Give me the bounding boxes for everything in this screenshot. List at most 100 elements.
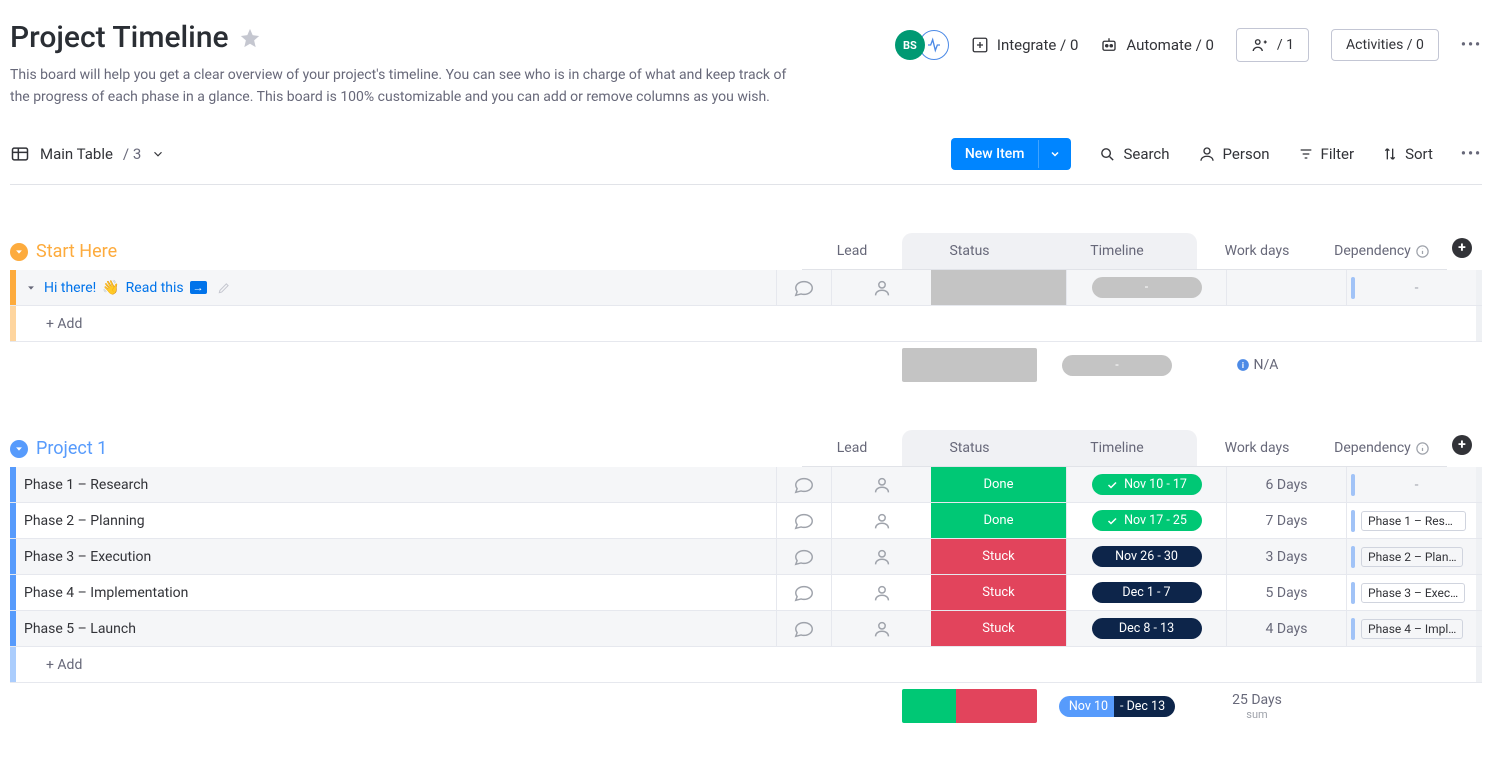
workdays-cell[interactable] bbox=[1226, 270, 1346, 305]
expand-caret-icon[interactable] bbox=[24, 283, 38, 293]
row-end-bar bbox=[1476, 306, 1482, 341]
column-header-workdays[interactable]: Work days bbox=[1197, 233, 1317, 270]
members-button[interactable]: / 1 bbox=[1236, 28, 1309, 62]
timeline-cell[interactable]: Dec 8 - 13 bbox=[1066, 611, 1226, 646]
group-color-bar bbox=[10, 647, 16, 682]
filter-label: Filter bbox=[1321, 145, 1355, 163]
timeline-summary: Nov 10 - Dec 13 bbox=[1049, 692, 1185, 721]
dependency-cell[interactable]: Phase 2 – Plan… bbox=[1346, 539, 1476, 574]
timeline-cell[interactable]: Nov 10 - 17 bbox=[1066, 467, 1226, 502]
row-end-bar bbox=[1476, 539, 1482, 574]
filter-button[interactable]: Filter bbox=[1298, 145, 1355, 163]
column-header-workdays[interactable]: Work days bbox=[1197, 430, 1317, 467]
status-cell[interactable]: Stuck bbox=[931, 575, 1066, 610]
item-name[interactable]: Hi there! 👋 Read this → bbox=[16, 280, 776, 296]
conversation-button[interactable] bbox=[776, 575, 831, 610]
lead-cell[interactable] bbox=[831, 539, 931, 574]
person-filter-button[interactable]: Person bbox=[1198, 145, 1270, 163]
column-header-lead[interactable]: Lead bbox=[802, 430, 902, 467]
member-avatars[interactable]: BS bbox=[895, 30, 949, 60]
dependency-value[interactable]: Phase 1 – Rese… bbox=[1361, 511, 1466, 531]
item-name[interactable]: Phase 1 – Research bbox=[16, 477, 776, 493]
sort-button[interactable]: Sort bbox=[1382, 145, 1433, 163]
group-title[interactable]: Start Here bbox=[36, 241, 117, 262]
dependency-value[interactable]: - bbox=[1361, 477, 1472, 493]
item-name[interactable]: Phase 5 – Launch bbox=[16, 621, 776, 637]
status-cell[interactable]: Stuck bbox=[931, 611, 1066, 646]
conversation-button[interactable] bbox=[776, 611, 831, 646]
chevron-down-icon bbox=[151, 147, 165, 161]
item-name[interactable]: Phase 3 – Execution bbox=[16, 549, 776, 565]
search-button[interactable]: Search bbox=[1099, 145, 1169, 163]
group-title[interactable]: Project 1 bbox=[36, 438, 107, 459]
column-header-lead[interactable]: Lead bbox=[802, 233, 902, 270]
lead-cell[interactable] bbox=[831, 503, 931, 538]
column-header-timeline[interactable]: Timeline bbox=[1037, 233, 1197, 270]
status-cell[interactable] bbox=[931, 270, 1066, 305]
status-summary bbox=[902, 348, 1037, 382]
dependency-bar-icon bbox=[1351, 546, 1355, 568]
conversation-button[interactable] bbox=[776, 503, 831, 538]
members-label: / 1 bbox=[1277, 37, 1294, 53]
column-header-dependency[interactable]: Dependency bbox=[1317, 233, 1447, 270]
workdays-cell[interactable]: 5 Days bbox=[1226, 575, 1346, 610]
activities-button[interactable]: Activities / 0 bbox=[1331, 29, 1439, 61]
automate-button[interactable]: Automate / 0 bbox=[1100, 36, 1214, 54]
new-item-dropdown[interactable] bbox=[1038, 140, 1071, 168]
lead-cell[interactable] bbox=[831, 611, 931, 646]
conversation-button[interactable] bbox=[776, 270, 831, 305]
status-cell[interactable]: Done bbox=[931, 467, 1066, 502]
toolbar-more-icon[interactable]: ••• bbox=[1461, 146, 1482, 162]
view-switcher[interactable]: Main Table / 3 bbox=[10, 144, 165, 164]
group-collapse-icon[interactable] bbox=[10, 440, 28, 458]
lead-cell[interactable] bbox=[831, 575, 931, 610]
item-name[interactable]: Phase 2 – Planning bbox=[16, 513, 776, 529]
dependency-cell[interactable]: Phase 4 – Impl… bbox=[1346, 611, 1476, 646]
integrate-button[interactable]: Integrate / 0 bbox=[971, 36, 1079, 54]
dependency-cell[interactable]: - bbox=[1346, 270, 1476, 305]
status-summary bbox=[902, 689, 1037, 723]
new-item-button[interactable]: New Item bbox=[951, 138, 1072, 170]
item-name[interactable]: Phase 4 – Implementation bbox=[16, 585, 776, 601]
timeline-cell[interactable]: - bbox=[1066, 270, 1226, 305]
row-end-bar bbox=[1476, 575, 1482, 610]
more-menu-icon[interactable]: ••• bbox=[1461, 37, 1482, 53]
row-end-bar bbox=[1476, 611, 1482, 646]
dependency-cell[interactable]: - bbox=[1346, 467, 1476, 502]
new-item-label: New Item bbox=[951, 138, 1039, 170]
add-column-button[interactable]: + bbox=[1452, 238, 1472, 258]
add-column-button[interactable]: + bbox=[1452, 435, 1472, 455]
column-header-timeline[interactable]: Timeline bbox=[1037, 430, 1197, 467]
timeline-cell[interactable]: Nov 17 - 25 bbox=[1066, 503, 1226, 538]
column-header-status[interactable]: Status bbox=[902, 233, 1037, 270]
timeline-cell[interactable]: Dec 1 - 7 bbox=[1066, 575, 1226, 610]
edit-icon[interactable] bbox=[217, 281, 231, 295]
dependency-value[interactable]: Phase 4 – Impl… bbox=[1361, 619, 1463, 639]
add-item-button[interactable]: + Add bbox=[16, 657, 776, 673]
dependency-cell[interactable]: Phase 1 – Rese… bbox=[1346, 503, 1476, 538]
status-cell[interactable]: Done bbox=[931, 503, 1066, 538]
dependency-value[interactable]: Phase 3 – Exec… bbox=[1361, 583, 1465, 603]
workdays-cell[interactable]: 4 Days bbox=[1226, 611, 1346, 646]
board-title[interactable]: Project Timeline bbox=[10, 20, 229, 55]
person-icon bbox=[1198, 145, 1216, 163]
dependency-value[interactable]: - bbox=[1361, 280, 1472, 296]
star-icon[interactable] bbox=[239, 27, 261, 49]
column-header-dependency[interactable]: Dependency bbox=[1317, 430, 1447, 467]
dependency-value[interactable]: Phase 2 – Plan… bbox=[1361, 547, 1463, 567]
dependency-cell[interactable]: Phase 3 – Exec… bbox=[1346, 575, 1476, 610]
lead-cell[interactable] bbox=[831, 270, 931, 305]
group-collapse-icon[interactable] bbox=[10, 243, 28, 261]
arrow-badge-icon: → bbox=[190, 281, 207, 294]
conversation-button[interactable] bbox=[776, 539, 831, 574]
column-header-status[interactable]: Status bbox=[902, 430, 1037, 467]
activities-label: Activities / 0 bbox=[1346, 37, 1424, 53]
conversation-button[interactable] bbox=[776, 467, 831, 502]
status-cell[interactable]: Stuck bbox=[931, 539, 1066, 574]
workdays-cell[interactable]: 6 Days bbox=[1226, 467, 1346, 502]
workdays-cell[interactable]: 3 Days bbox=[1226, 539, 1346, 574]
add-item-button[interactable]: + Add bbox=[16, 316, 776, 332]
timeline-cell[interactable]: Nov 26 - 30 bbox=[1066, 539, 1226, 574]
workdays-cell[interactable]: 7 Days bbox=[1226, 503, 1346, 538]
lead-cell[interactable] bbox=[831, 467, 931, 502]
